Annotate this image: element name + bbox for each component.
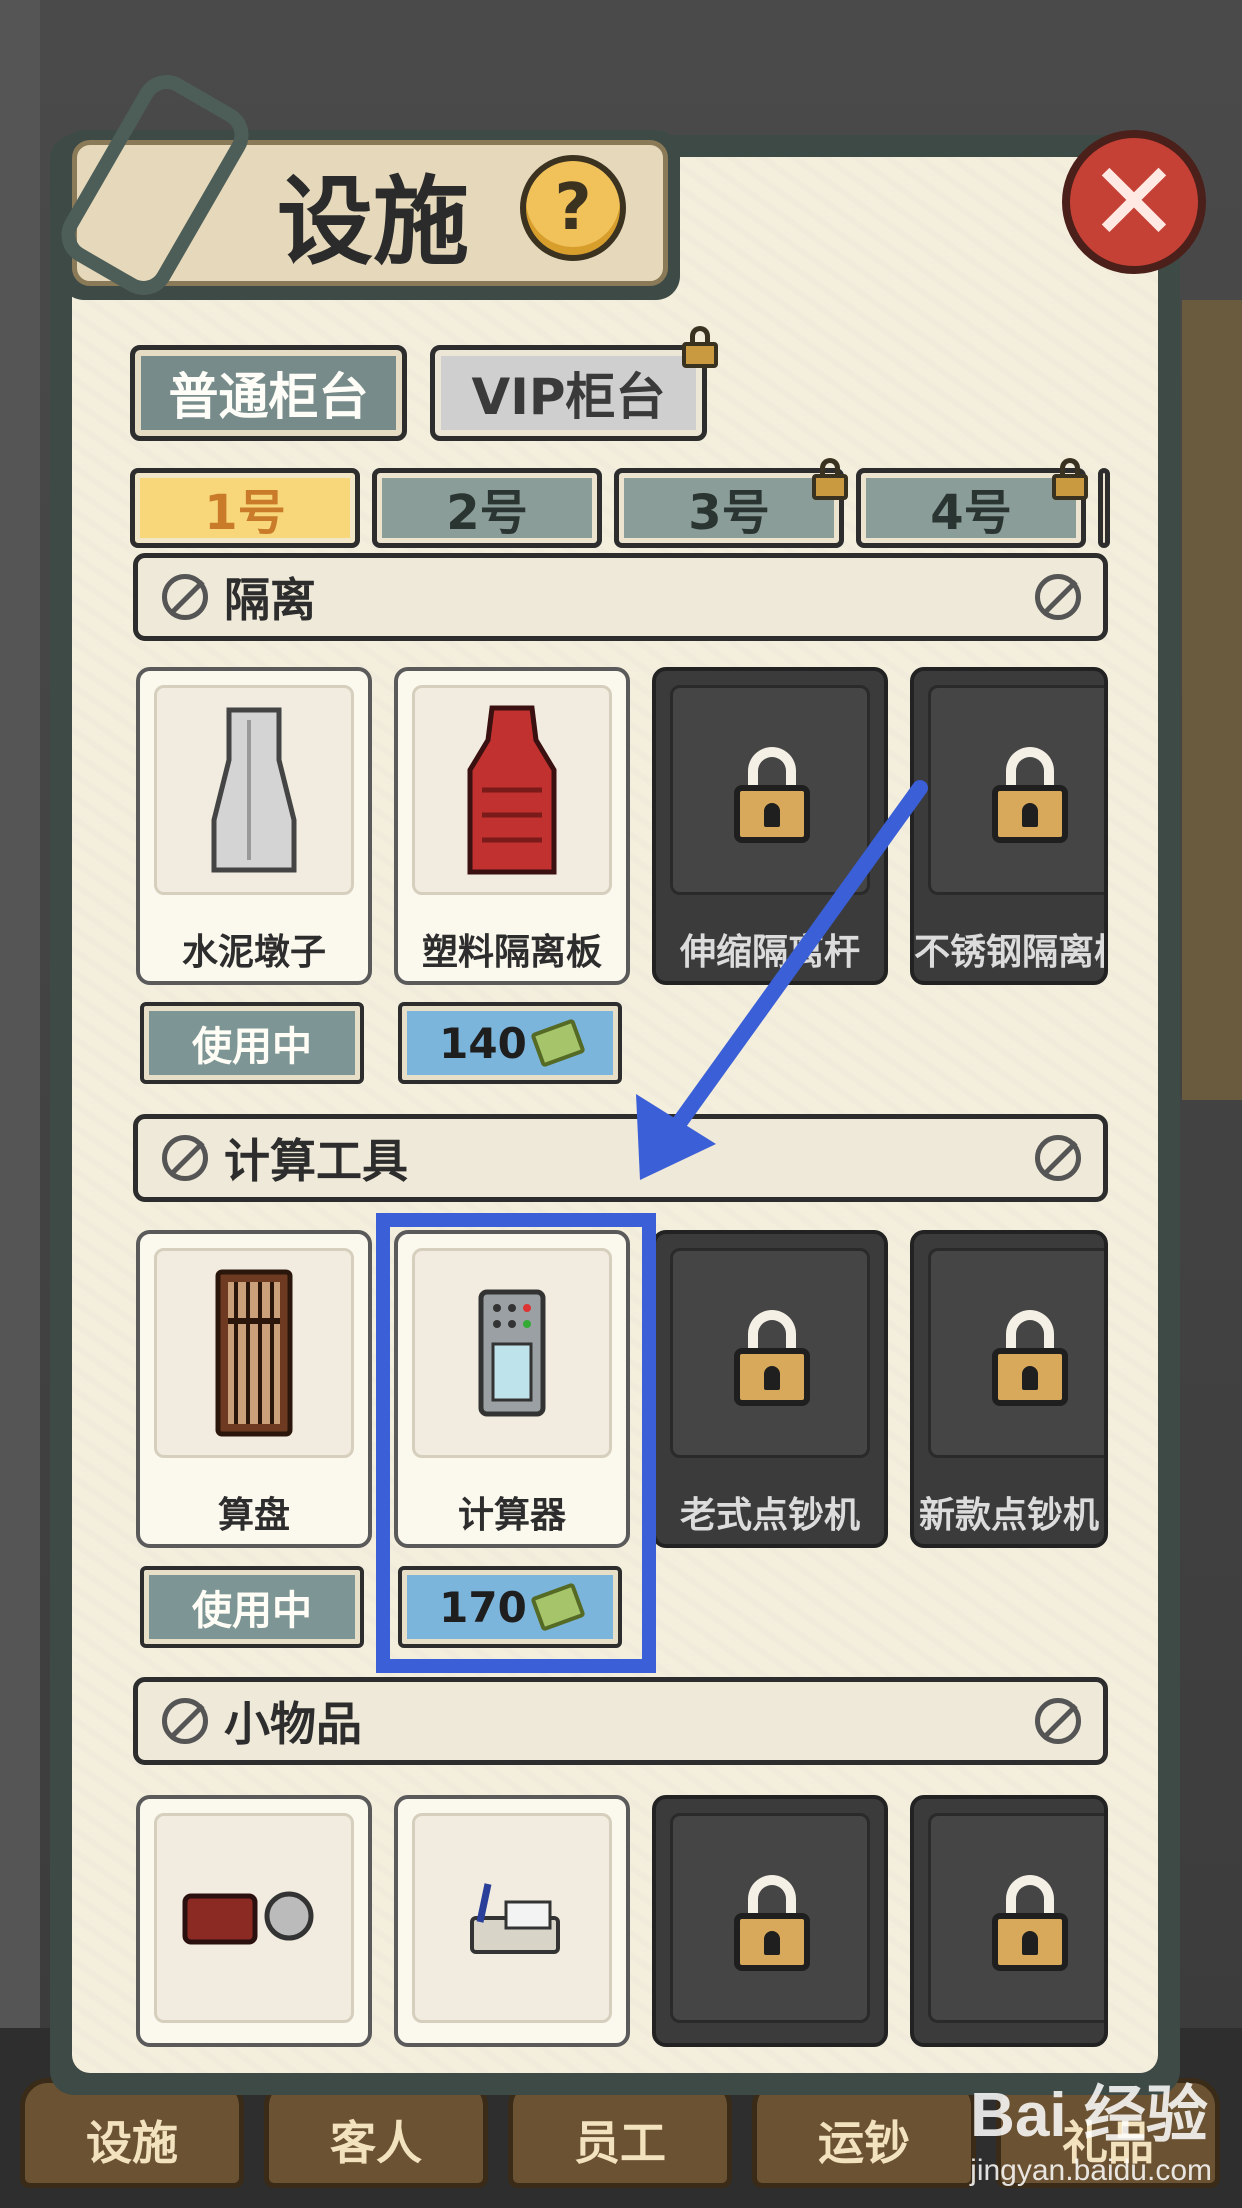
watermark-url: jingyan.baidu.com — [970, 2154, 1212, 2187]
arrow-head-icon — [636, 1094, 716, 1180]
watermark-brand: Bai 经验 — [970, 2081, 1208, 2150]
watermark: Bai 经验 jingyan.baidu.com — [970, 2064, 1212, 2188]
arrow-line — [656, 780, 928, 1152]
arrow-annotation — [636, 780, 928, 1180]
